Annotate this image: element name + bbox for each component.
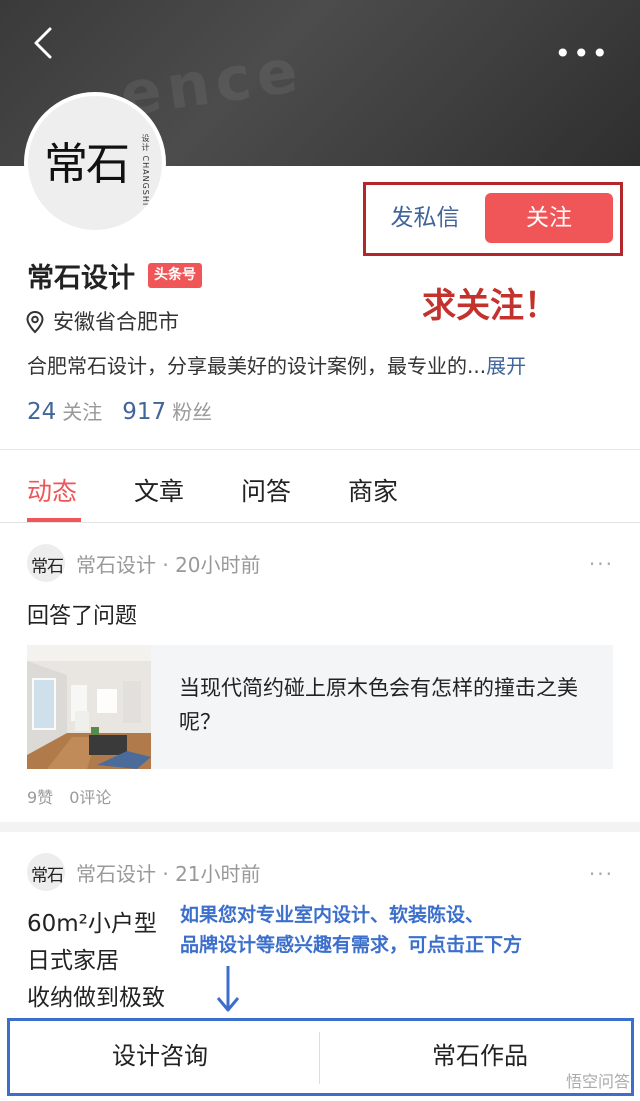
follow-button[interactable]: 关注 <box>485 193 613 243</box>
room-photo-thumbnail <box>27 645 151 769</box>
more-dots-icon[interactable]: ••• <box>554 40 610 68</box>
profile-name: 常石设计 <box>27 263 135 294</box>
question-title: 当现代简约碰上原木色会有怎样的撞击之美呢？ <box>179 676 578 734</box>
following-label: 关注 <box>62 400 103 424</box>
comments-count[interactable]: 0评论 <box>69 788 111 807</box>
post-divider <box>0 822 640 832</box>
divider <box>319 1032 320 1084</box>
likes-count[interactable]: 9赞 <box>27 788 53 807</box>
avatar-logo-subtext: 设计 CHANGSHI <box>141 134 150 207</box>
divider <box>0 449 640 450</box>
post-footer: 9赞 0评论 <box>27 784 111 808</box>
post-title-line: 收纳做到极致 <box>27 985 165 1011</box>
post-meta: 常石设计 · 20小时前 <box>76 553 261 577</box>
tab-articles[interactable]: 文章 <box>134 472 184 508</box>
profile-description: 合肥常石设计，分享最美好的设计案例，最专业的...展开 <box>27 350 617 379</box>
following-stat[interactable]: 24 关注 <box>27 399 102 425</box>
toutiao-badge: 头条号 <box>148 263 202 288</box>
arrow-down-icon <box>216 966 240 1012</box>
watermark: 悟空问答 <box>565 1072 630 1091</box>
avatar-logo-text: 常石 <box>44 139 130 190</box>
post-title-line: 日式家居 <box>27 948 119 974</box>
post-action-text: 回答了问题 <box>27 604 138 629</box>
location-text: 安徽省合肥市 <box>53 310 179 334</box>
followers-count: 917 <box>122 399 167 425</box>
question-card[interactable]: 当现代简约碰上原木色会有怎样的撞击之美呢？ <box>27 645 613 769</box>
post-title[interactable]: 60m²小户型 日式家居 收纳做到极致 <box>27 906 165 1017</box>
avatar[interactable]: 常石 设计 CHANGSHI <box>24 92 166 234</box>
post-author-avatar[interactable]: 常石 <box>27 544 65 582</box>
chevron-left-icon[interactable] <box>28 26 60 60</box>
annotation-line: 品牌设计等感兴趣有需求，可点击正下方 <box>180 934 523 956</box>
portfolio-button[interactable]: 常石作品 <box>330 1036 630 1071</box>
description-text: 合肥常石设计，分享最美好的设计案例，最专业的... <box>27 354 487 378</box>
post-more-icon[interactable]: ··· <box>589 862 614 886</box>
annotation-line: 如果您对专业室内设计、软装陈设、 <box>180 904 485 926</box>
expand-link[interactable]: 展开 <box>486 354 526 378</box>
profile-stats: 24 关注 917 粉丝 <box>27 396 212 425</box>
tab-qa[interactable]: 问答 <box>241 472 291 508</box>
following-count: 24 <box>27 399 57 425</box>
followers-label: 粉丝 <box>172 400 213 424</box>
send-message-button[interactable]: 发私信 <box>378 198 472 238</box>
tab-dynamic[interactable]: 动态 <box>27 472 77 508</box>
followers-stat[interactable]: 917 粉丝 <box>122 399 212 425</box>
annotation-follow-request: 求关注！ <box>422 286 558 326</box>
avatar-logo-text: 常石 <box>31 557 64 577</box>
annotation-consult-hint: 如果您对专业室内设计、软装陈设、 品牌设计等感兴趣有需求，可点击正下方 <box>180 900 620 960</box>
location-pin-icon <box>26 310 44 334</box>
design-consult-button[interactable]: 设计咨询 <box>10 1036 310 1071</box>
post-more-icon[interactable]: ··· <box>589 552 614 576</box>
avatar-logo-text: 常石 <box>31 866 64 886</box>
divider <box>0 522 640 523</box>
post-meta: 常石设计 · 21小时前 <box>76 862 261 886</box>
post-title-line: 60m²小户型 <box>27 911 157 937</box>
post-author-avatar[interactable]: 常石 <box>27 853 65 891</box>
tab-merchant[interactable]: 商家 <box>348 472 398 508</box>
